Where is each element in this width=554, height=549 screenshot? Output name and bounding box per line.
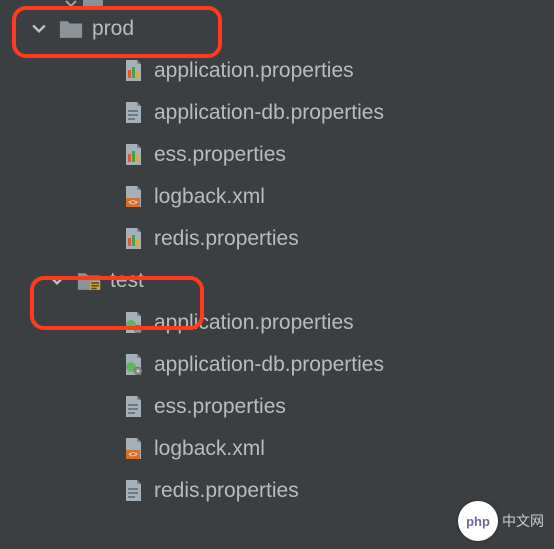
file-label: application.properties [154, 311, 354, 335]
file-label: redis.properties [154, 479, 299, 503]
tree-file[interactable]: <> logback.xml [0, 428, 554, 470]
file-label: application-db.properties [154, 101, 384, 125]
tree-file[interactable]: application.properties [0, 302, 554, 344]
folder-icon [80, 0, 106, 8]
file-label: logback.xml [154, 437, 265, 461]
tree-folder-truncated[interactable] [0, 0, 554, 8]
chevron-down-icon [62, 0, 80, 8]
folder-label: prod [92, 17, 134, 41]
watermark-text: 中文网 [502, 511, 544, 531]
properties-spring-file-icon [120, 312, 146, 334]
svg-text:<>: <> [128, 450, 138, 459]
folder-label: test [110, 269, 144, 293]
tree-folder-prod[interactable]: prod [0, 8, 554, 50]
tree-file[interactable]: application.properties [0, 50, 554, 92]
properties-file-icon [120, 60, 146, 82]
tree-file[interactable]: ess.properties [0, 134, 554, 176]
watermark: php 中文网 [458, 501, 544, 541]
php-logo-icon: php [458, 501, 498, 541]
file-label: application-db.properties [154, 353, 384, 377]
tree-file[interactable]: application-db.properties [0, 344, 554, 386]
file-label: ess.properties [154, 395, 286, 419]
xml-file-icon: <> [120, 438, 146, 460]
properties-spring-file-icon [120, 354, 146, 376]
properties-file-icon [120, 396, 146, 418]
file-label: application.properties [154, 59, 354, 83]
chevron-down-icon [48, 274, 66, 288]
chevron-down-icon [30, 22, 48, 36]
properties-file-icon [120, 102, 146, 124]
file-label: redis.properties [154, 227, 299, 251]
file-label: logback.xml [154, 185, 265, 209]
tree-folder-test[interactable]: test [0, 260, 554, 302]
properties-file-icon [120, 480, 146, 502]
tree-file[interactable]: redis.properties [0, 218, 554, 260]
folder-resources-icon [76, 271, 102, 291]
project-tree: prod application.properties application-… [0, 0, 554, 512]
tree-file[interactable]: ess.properties [0, 386, 554, 428]
properties-file-icon [120, 228, 146, 250]
svg-text:<>: <> [128, 198, 138, 207]
xml-file-icon: <> [120, 186, 146, 208]
properties-file-icon [120, 144, 146, 166]
folder-icon [58, 19, 84, 39]
file-label: ess.properties [154, 143, 286, 167]
tree-file[interactable]: <> logback.xml [0, 176, 554, 218]
tree-file[interactable]: application-db.properties [0, 92, 554, 134]
